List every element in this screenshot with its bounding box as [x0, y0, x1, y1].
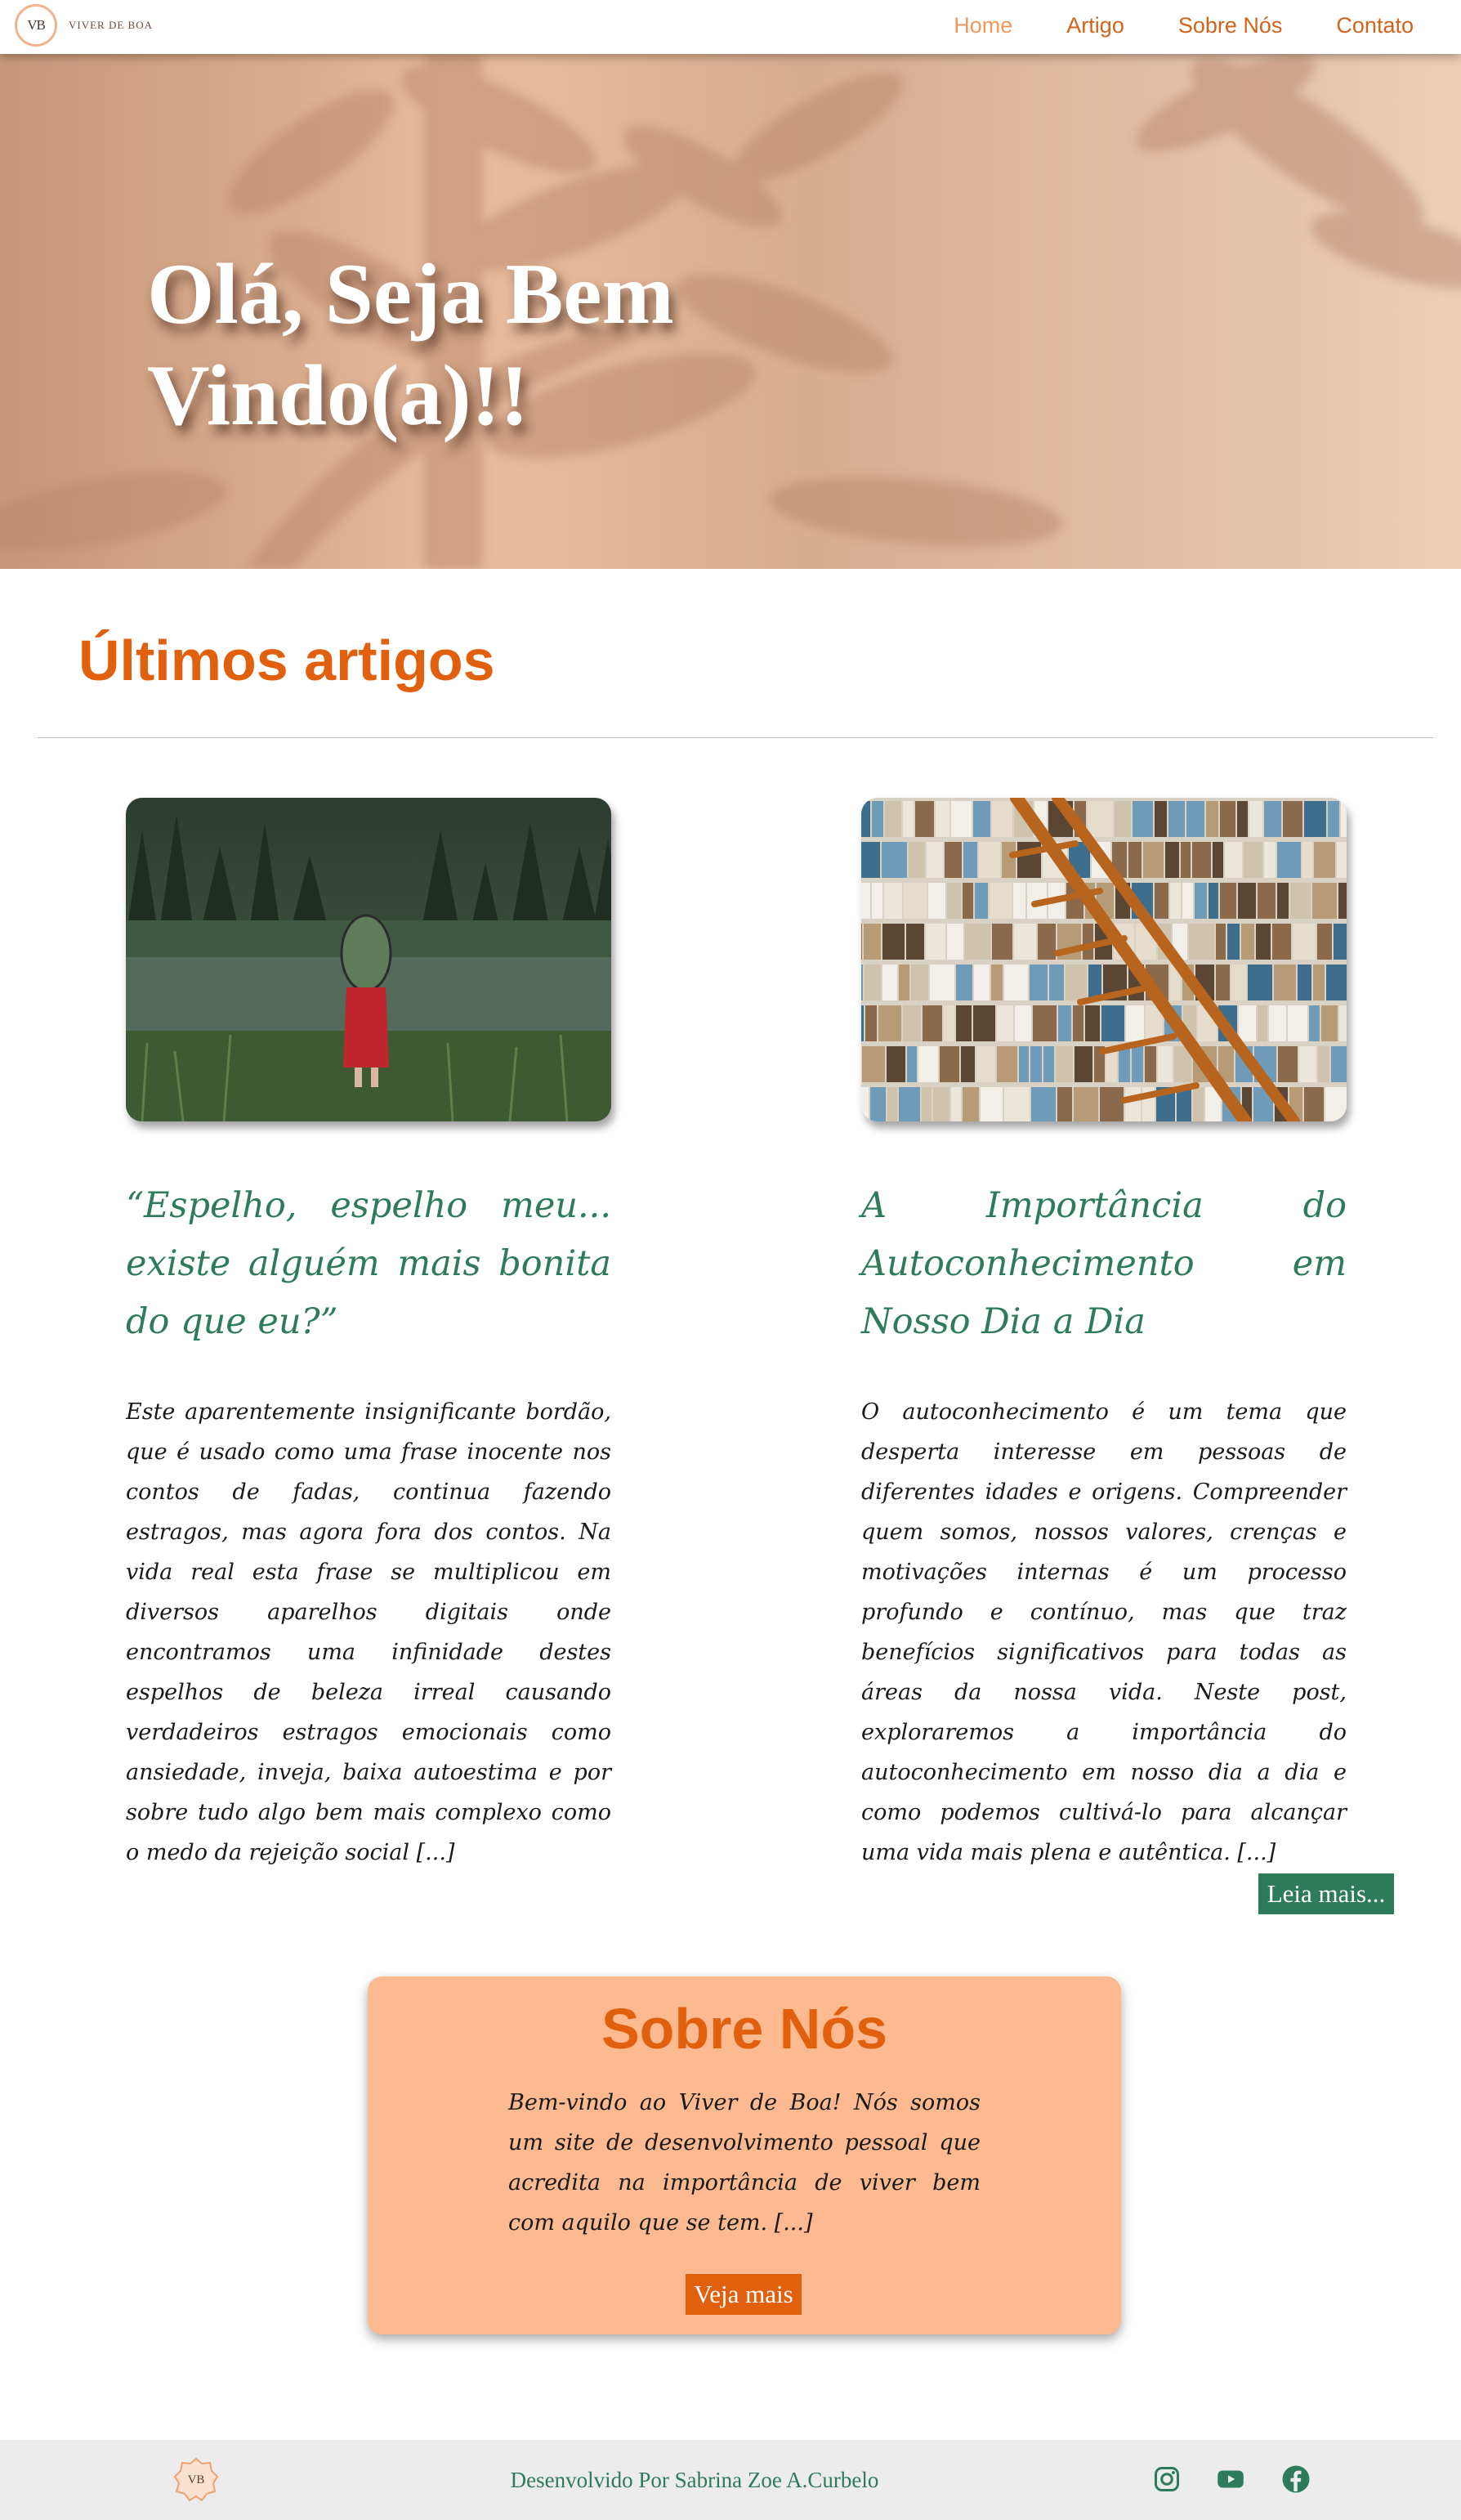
article-excerpt: O autoconhecimento é um tema que despert… — [861, 1399, 1347, 1865]
hero-title-line2: Vindo(a)!! — [147, 347, 529, 443]
article-title[interactable]: “Espelho, espelho meu... existe alguém m… — [126, 1177, 611, 1351]
read-more-button[interactable]: Leia mais... — [1258, 1873, 1394, 1914]
top-navbar: VB VIVER DE BOA Home Artigo Sobre Nós Co… — [0, 0, 1461, 54]
section-divider — [38, 737, 1433, 738]
see-more-button[interactable]: Veja mais — [686, 2274, 802, 2315]
logo-icon[interactable]: VB — [15, 4, 57, 47]
about-title: Sobre Nós — [601, 1997, 888, 2061]
nav-artigo[interactable]: Artigo — [1066, 13, 1124, 38]
youtube-icon[interactable] — [1216, 2464, 1245, 2494]
article-excerpt: Este aparentemente insignificante bordão… — [126, 1399, 611, 1865]
nav-contato[interactable]: Contato — [1336, 13, 1414, 38]
about-card: Sobre Nós Bem-vindo ao Viver de Boa! Nós… — [368, 1976, 1121, 2334]
brand[interactable]: VB VIVER DE BOA — [15, 4, 153, 47]
nav-home[interactable]: Home — [954, 13, 1012, 38]
nav-sobre-nos[interactable]: Sobre Nós — [1178, 13, 1283, 38]
facebook-icon[interactable] — [1281, 2464, 1311, 2494]
logo-monogram: VB — [27, 17, 46, 33]
article-card: A Importância do Autoconhecimento em Nos… — [861, 798, 1347, 1873]
hero-title-line1: Olá, Seja Bem — [147, 246, 674, 342]
article-title[interactable]: A Importância do Autoconhecimento em Nos… — [861, 1177, 1347, 1351]
woman-with-mirror-image[interactable] — [126, 798, 611, 1121]
hero-title: Olá, Seja Bem Vindo(a)!! — [147, 244, 882, 446]
bookshelf-ladder-image[interactable] — [861, 798, 1347, 1121]
brand-name: VIVER DE BOA — [69, 19, 153, 31]
hero-banner: Olá, Seja Bem Vindo(a)!! — [0, 54, 1461, 569]
instagram-icon[interactable] — [1152, 2464, 1182, 2494]
article-card: “Espelho, espelho meu... existe alguém m… — [126, 798, 611, 1873]
footer: VB Desenvolvido Por Sabrina Zoe A.Curbel… — [0, 2440, 1461, 2520]
about-text: Bem-vindo ao Viver de Boa! Nós somos um … — [508, 2090, 981, 2236]
latest-articles-title: Últimos artigos — [78, 629, 495, 692]
nav-menu: Home Artigo Sobre Nós Contato — [900, 13, 1414, 38]
